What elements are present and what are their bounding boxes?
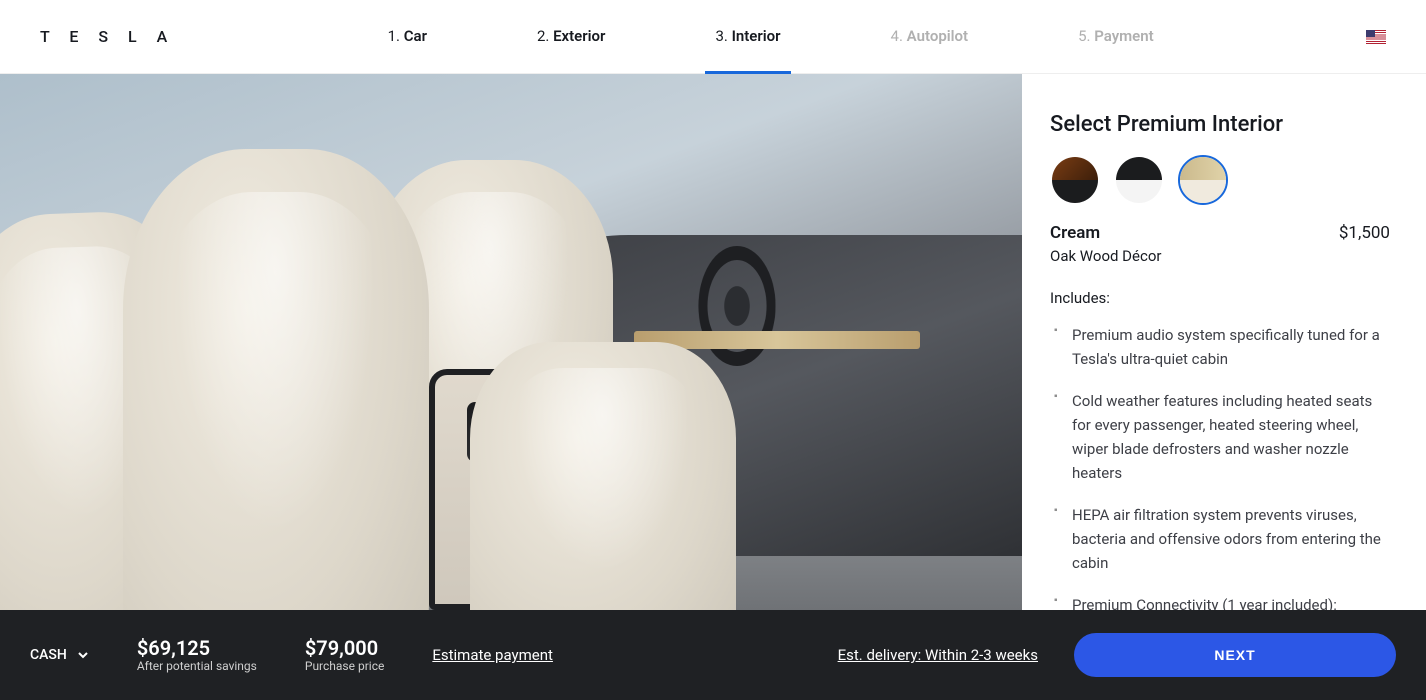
tesla-logo[interactable]: T E S L A — [40, 27, 175, 46]
swatch-black-brown[interactable] — [1050, 155, 1100, 205]
price-after-savings: $69,125 After potential savings — [137, 637, 257, 673]
main-content: Select Premium Interior Cream $1,500 Oak… — [0, 74, 1426, 610]
selected-interior-name: Cream — [1050, 223, 1100, 243]
step-exterior[interactable]: 2. Exterior — [527, 0, 615, 74]
header: T E S L A 1. Car 2. Exterior 3. Interior… — [0, 0, 1426, 74]
feature-item: HEPA air filtration system prevents viru… — [1054, 503, 1390, 575]
interior-preview-image — [0, 74, 1022, 610]
panel-title: Select Premium Interior — [1050, 112, 1390, 137]
selected-interior-row: Cream $1,500 — [1050, 223, 1390, 243]
selected-interior-price: $1,500 — [1339, 223, 1390, 243]
feature-item: Premium audio system specifically tuned … — [1054, 323, 1390, 371]
step-interior[interactable]: 3. Interior — [705, 0, 790, 74]
delivery-estimate[interactable]: Est. delivery: Within 2-3 weeks — [838, 646, 1038, 664]
feature-item: Cold weather features including heated s… — [1054, 389, 1390, 485]
step-payment[interactable]: 5. Payment — [1068, 0, 1164, 74]
footer-bar: CASH $69,125 After potential savings $79… — [0, 610, 1426, 700]
step-car[interactable]: 1. Car — [378, 0, 437, 74]
payment-mode-dropdown[interactable]: CASH — [30, 647, 89, 663]
selected-interior-decor: Oak Wood Décor — [1050, 247, 1390, 265]
interior-swatches — [1050, 155, 1390, 205]
chevron-down-icon — [77, 649, 89, 661]
includes-label: Includes: — [1050, 289, 1390, 307]
step-autopilot[interactable]: 4. Autopilot — [881, 0, 979, 74]
feature-item: Premium Connectivity (1 year included): … — [1054, 593, 1390, 610]
estimate-payment-link[interactable]: Estimate payment — [432, 646, 553, 664]
locale-flag-us[interactable] — [1366, 30, 1386, 44]
swatch-cream[interactable] — [1178, 155, 1228, 205]
next-button[interactable]: NEXT — [1074, 633, 1396, 677]
swatch-black-white[interactable] — [1114, 155, 1164, 205]
purchase-price: $79,000 Purchase price — [305, 637, 384, 673]
config-panel: Select Premium Interior Cream $1,500 Oak… — [1022, 74, 1426, 610]
features-list: Premium audio system specifically tuned … — [1050, 323, 1390, 610]
config-steps: 1. Car 2. Exterior 3. Interior 4. Autopi… — [175, 0, 1366, 74]
